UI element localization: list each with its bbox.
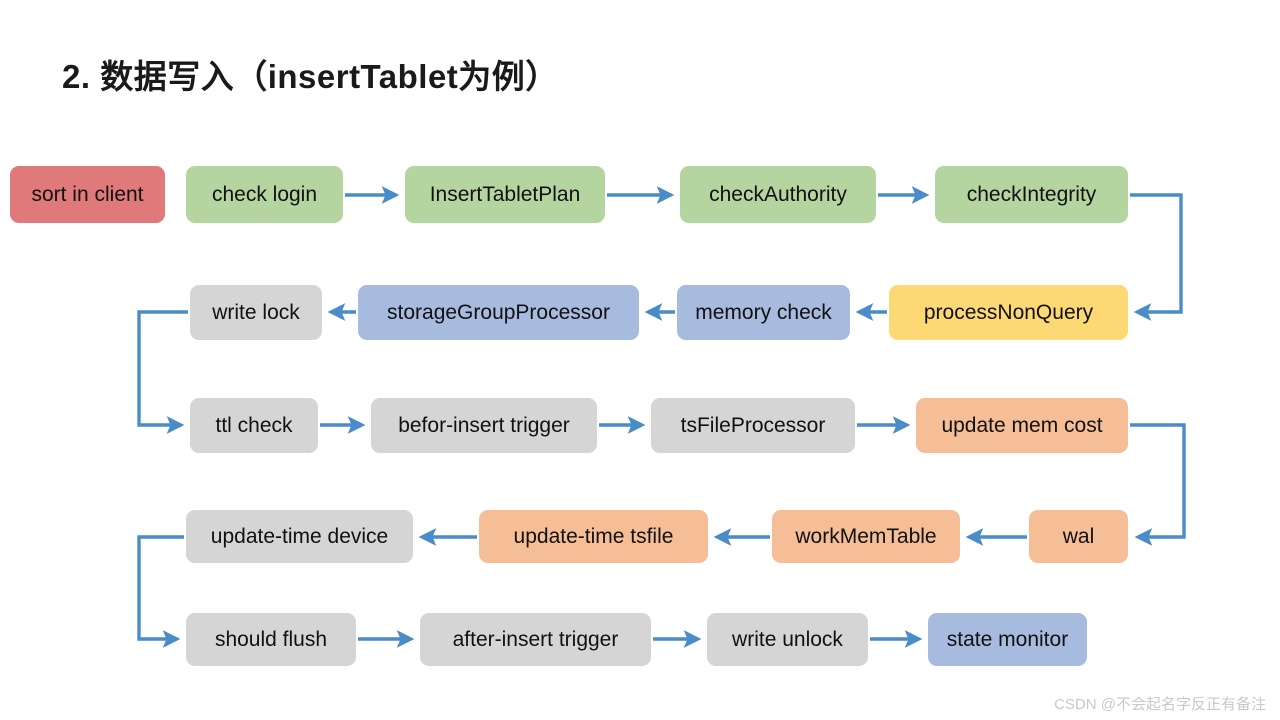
flow-node-label: memory check: [695, 300, 832, 324]
flow-edge-e-writelock-to-ttl: [137, 310, 188, 434]
flow-node-label: write lock: [212, 300, 300, 324]
flow-node-update-mem-cost[interactable]: update mem cost: [916, 398, 1128, 453]
flow-node-befor-insert-trigger[interactable]: befor-insert trigger: [371, 398, 597, 453]
flow-node-label: should flush: [214, 627, 328, 651]
flow-node-sort-in-client[interactable]: sort in client: [10, 166, 165, 223]
flow-node-label: processNonQuery: [923, 300, 1094, 324]
flow-node-ttl-check[interactable]: ttl check: [190, 398, 318, 453]
flow-node-update-time-tsfile[interactable]: update-time tsfile: [479, 510, 708, 563]
flow-node-check-authority[interactable]: checkAuthority: [680, 166, 876, 223]
flow-node-state-monitor[interactable]: state monitor: [928, 613, 1087, 666]
csdn-watermark: CSDN @不会起名字反正有备注: [1054, 696, 1266, 713]
flow-node-label: after-insert trigger: [452, 627, 619, 651]
flow-node-memory-check[interactable]: memory check: [677, 285, 850, 340]
flow-node-should-flush[interactable]: should flush: [186, 613, 356, 666]
flow-node-label: checkIntegrity: [966, 182, 1097, 206]
flowchart-edge-layer: [137, 186, 1186, 648]
flow-node-storage-group-processor[interactable]: storageGroupProcessor: [358, 285, 639, 340]
flow-node-after-insert-trigger[interactable]: after-insert trigger: [420, 613, 651, 666]
flow-node-label: tsFileProcessor: [680, 413, 826, 437]
flow-node-label: state monitor: [946, 627, 1069, 651]
flow-node-label: checkAuthority: [709, 182, 847, 206]
flow-node-check-login[interactable]: check login: [186, 166, 343, 223]
flow-node-wal[interactable]: wal: [1029, 510, 1128, 563]
flow-node-ts-file-processor[interactable]: tsFileProcessor: [651, 398, 855, 453]
flow-node-write-unlock[interactable]: write unlock: [707, 613, 868, 666]
flow-node-label: update mem cost: [941, 413, 1103, 437]
flow-node-label: workMemTable: [795, 524, 937, 548]
flow-node-label: befor-insert trigger: [398, 413, 570, 437]
flow-edge-e-integrity-to-nonquery: [1130, 193, 1183, 321]
flow-node-insert-tablet-plan[interactable]: InsertTabletPlan: [405, 166, 605, 223]
flow-node-label: update-time device: [210, 524, 389, 548]
slide-canvas: 2. 数据写入（insertTablet为例） sort in client ch…: [0, 0, 1280, 720]
flow-node-label: wal: [1062, 524, 1095, 548]
flow-node-label: update-time tsfile: [513, 524, 674, 548]
flow-node-process-non-query[interactable]: processNonQuery: [889, 285, 1128, 340]
flow-node-label: sort in client: [31, 182, 144, 206]
flow-node-work-mem-table[interactable]: workMemTable: [772, 510, 960, 563]
flow-node-update-time-device[interactable]: update-time device: [186, 510, 413, 563]
flow-edge-e-device-to-shouldflush: [137, 535, 184, 648]
flow-edge-e-memcost-to-wal: [1130, 423, 1186, 546]
flow-node-label: ttl check: [215, 413, 293, 437]
flow-node-label: write unlock: [732, 627, 843, 651]
flow-node-write-lock[interactable]: write lock: [190, 285, 322, 340]
flow-node-label: check login: [211, 182, 318, 206]
flow-node-label: InsertTabletPlan: [429, 182, 581, 206]
flow-node-label: storageGroupProcessor: [387, 300, 610, 324]
page-title: 2. 数据写入（insertTablet为例）: [62, 58, 559, 95]
flow-node-check-integrity[interactable]: checkIntegrity: [935, 166, 1128, 223]
